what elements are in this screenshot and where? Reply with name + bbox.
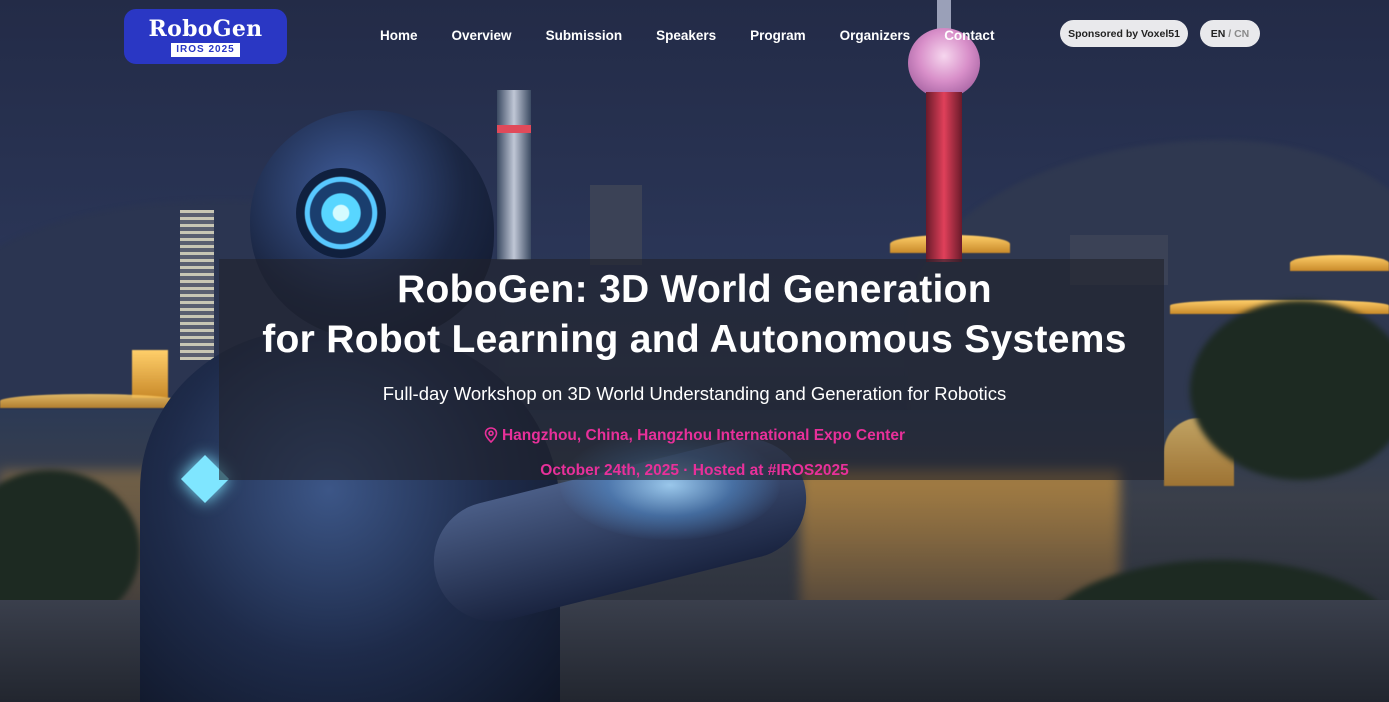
hero-title-line-2: for Robot Learning and Autonomous System… xyxy=(262,318,1127,361)
nav-speakers[interactable]: Speakers xyxy=(639,27,733,45)
nav-submission[interactable]: Submission xyxy=(529,27,640,45)
hero-subtitle: Full-day Workshop on 3D World Understand… xyxy=(382,383,1007,404)
site-logo[interactable]: RoboGen IROS 2025 xyxy=(124,9,287,64)
nav-organizers[interactable]: Organizers xyxy=(823,27,928,45)
hero-title: RoboGen: 3D World Generation for Robot L… xyxy=(0,265,1389,365)
skyscraper-light xyxy=(497,125,531,133)
language-toggle[interactable]: EN / CN xyxy=(1200,20,1260,47)
sponsor-button[interactable]: Sponsored by Voxel51 xyxy=(1060,20,1188,47)
logo-subtitle: IROS 2025 xyxy=(171,42,240,57)
logo-title: RoboGen xyxy=(148,15,263,42)
hero-date: October 24th, 2025 · Hosted at #IROS2025 xyxy=(540,462,849,479)
building xyxy=(590,185,642,265)
location-pin-icon xyxy=(484,427,498,448)
nav-contact[interactable]: Contact xyxy=(927,27,1011,45)
location-text: Hangzhou, China, Hangzhou International … xyxy=(501,427,905,444)
skyscraper xyxy=(497,90,531,260)
hero-title-line-1: RoboGen: 3D World Generation xyxy=(397,268,992,311)
hero-location: Hangzhou, China, Hangzhou International … xyxy=(0,427,1389,448)
main-nav: Home Overview Submission Speakers Progra… xyxy=(363,27,1011,45)
lang-cn[interactable]: CN xyxy=(1234,28,1249,40)
lang-separator: / xyxy=(1228,27,1232,40)
nav-overview[interactable]: Overview xyxy=(435,27,529,45)
nav-program[interactable]: Program xyxy=(733,27,823,45)
nav-home[interactable]: Home xyxy=(363,27,435,45)
lang-en[interactable]: EN xyxy=(1211,28,1226,40)
tv-tower-shaft xyxy=(926,92,962,262)
robot-eye xyxy=(296,168,386,258)
